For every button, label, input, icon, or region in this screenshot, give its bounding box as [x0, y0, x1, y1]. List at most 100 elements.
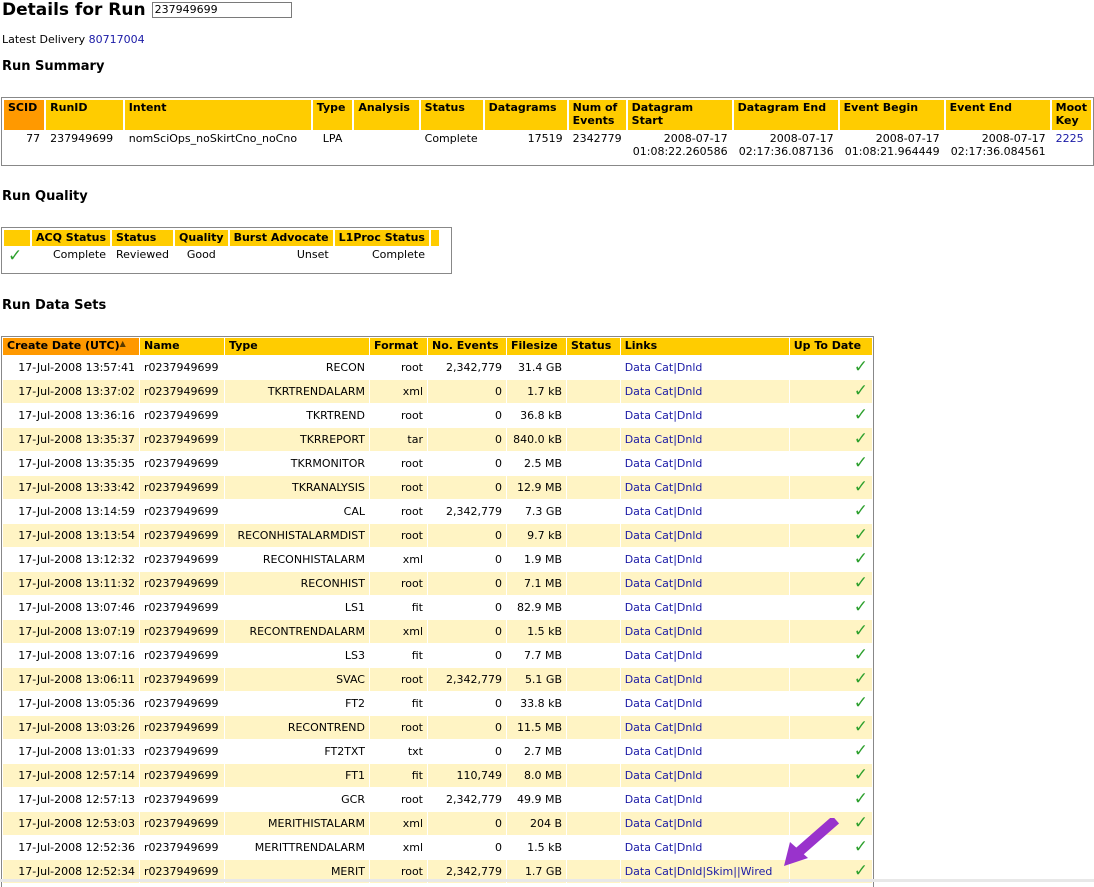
dataset-status	[567, 788, 620, 811]
data-cat-link[interactable]: Data Cat	[625, 793, 674, 806]
data-cat-link[interactable]: Data Cat	[625, 409, 674, 422]
download-link[interactable]: Dnld	[677, 649, 702, 662]
data-cat-link[interactable]: Data Cat	[625, 529, 674, 542]
download-link[interactable]: Dnld	[677, 481, 702, 494]
dataset-status	[567, 716, 620, 739]
download-link[interactable]: Dnld	[677, 865, 702, 878]
data-cat-link[interactable]: Data Cat	[625, 625, 674, 638]
dataset-up-to-date: ✓	[789, 476, 872, 499]
data-cat-link[interactable]: Data Cat	[625, 817, 674, 830]
summary-col-event-end[interactable]: Event End	[945, 100, 1050, 130]
download-link[interactable]: Dnld	[677, 433, 702, 446]
summary-col-moot-key[interactable]: Moot Key	[1051, 100, 1091, 130]
quality-col-burst-advocate[interactable]: Burst Advocate	[229, 230, 333, 246]
download-link[interactable]: Dnld	[677, 673, 702, 686]
download-link[interactable]: Dnld	[677, 577, 702, 590]
datasets-col-status[interactable]: Status	[567, 338, 620, 355]
download-link[interactable]: Dnld	[677, 385, 702, 398]
datasets-col-events[interactable]: No. Events	[428, 338, 506, 355]
download-link[interactable]: Dnld	[677, 793, 702, 806]
data-cat-link[interactable]: Data Cat	[625, 721, 674, 734]
dataset-links: Data Cat|Dnld	[620, 524, 789, 547]
skim-link[interactable]: Skim	[706, 865, 733, 878]
summary-col-scid[interactable]: SCID	[4, 100, 45, 130]
download-link[interactable]: Dnld	[677, 409, 702, 422]
data-cat-link[interactable]: Data Cat	[625, 553, 674, 566]
download-link[interactable]: Dnld	[677, 817, 702, 830]
download-link[interactable]: Dnld	[677, 745, 702, 758]
quality-col-status[interactable]: Status	[112, 230, 174, 246]
dataset-links: Data Cat|Dnld	[620, 476, 789, 499]
data-cat-link[interactable]: Data Cat	[625, 385, 674, 398]
datasets-col-links[interactable]: Links	[620, 338, 789, 355]
latest-delivery-link[interactable]: 80717004	[89, 33, 145, 46]
dataset-links: Data Cat|Dnld	[624, 361, 703, 374]
data-cat-link[interactable]: Data Cat	[625, 649, 674, 662]
quality-col-l1proc-status[interactable]: L1Proc Status	[334, 230, 429, 246]
check-icon: ✓	[853, 597, 868, 617]
quality-col-quality[interactable]: Quality	[175, 230, 228, 246]
download-link[interactable]: Dnld	[677, 361, 702, 374]
dataset-links: Data Cat|Dnld	[620, 428, 789, 451]
download-link[interactable]: Dnld	[677, 769, 702, 782]
download-link[interactable]: Dnld	[677, 457, 702, 470]
summary-col-event-begin[interactable]: Event Begin	[839, 100, 944, 130]
data-cat-link[interactable]: Data Cat	[625, 361, 674, 374]
quality-quality: Good	[186, 248, 216, 261]
data-cat-link[interactable]: Data Cat	[625, 457, 674, 470]
summary-col-datagram-end[interactable]: Datagram End	[733, 100, 838, 130]
summary-col-runid[interactable]: RunID	[46, 100, 123, 130]
datasets-col-format[interactable]: Format	[370, 338, 427, 355]
dataset-format: xml	[370, 380, 427, 403]
table-row: 17-Jul-2008 13:07:46 r0237949699 LS1 fit 0 82…	[3, 596, 872, 619]
dataset-up-to-date: ✓	[790, 452, 872, 475]
pointer-arrow-svg	[784, 815, 840, 866]
dataset-events: 0	[428, 476, 506, 499]
data-cat-link[interactable]: Data Cat	[625, 601, 674, 614]
data-cat-link[interactable]: Data Cat	[625, 865, 674, 878]
data-cat-link[interactable]: Data Cat	[625, 697, 674, 710]
download-link[interactable]: Dnld	[677, 505, 702, 518]
dataset-events: 0	[428, 620, 506, 643]
download-link[interactable]: Dnld	[677, 697, 702, 710]
datasets-col-up-to-date[interactable]: Up To Date	[789, 338, 872, 355]
dataset-type: TKRMONITOR	[290, 457, 365, 470]
datasets-col-type[interactable]: Type	[225, 338, 369, 355]
download-link[interactable]: Dnld	[677, 721, 702, 734]
download-link[interactable]: Dnld	[677, 553, 702, 566]
moot-key-link[interactable]: 2225	[1056, 132, 1084, 145]
dataset-format: fit	[411, 649, 423, 662]
data-cat-link[interactable]: Data Cat	[625, 841, 674, 854]
check-icon: ✓	[853, 861, 868, 881]
run-id-input[interactable]	[151, 2, 292, 18]
download-link[interactable]: Dnld	[677, 601, 702, 614]
check-icon: ✓	[853, 837, 868, 857]
data-cat-link[interactable]: Data Cat	[625, 673, 674, 686]
quality-col-acq-status[interactable]: ACQ Status	[32, 230, 111, 246]
download-link[interactable]: Dnld	[677, 625, 702, 638]
data-cat-link[interactable]: Data Cat	[625, 577, 674, 590]
summary-datagrams: 17519	[527, 132, 563, 145]
summary-col-intent[interactable]: Intent	[124, 100, 311, 130]
data-cat-link[interactable]: Data Cat	[625, 745, 674, 758]
dataset-events: 0	[495, 409, 502, 422]
data-cat-link[interactable]: Data Cat	[625, 481, 674, 494]
summary-col-num-events[interactable]: Num of Events	[568, 100, 626, 130]
summary-col-status[interactable]: Status	[420, 100, 483, 130]
download-link[interactable]: Dnld	[677, 529, 702, 542]
summary-col-datagrams[interactable]: Datagrams	[484, 100, 567, 130]
datasets-col-filesize[interactable]: Filesize	[507, 338, 566, 355]
data-cat-link[interactable]: Data Cat	[625, 505, 674, 518]
wired-link[interactable]: Wired	[741, 865, 773, 878]
dataset-format: root	[370, 572, 427, 595]
summary-col-datagram-start[interactable]: Datagram Start	[627, 100, 732, 130]
data-cat-link[interactable]: Data Cat	[625, 769, 674, 782]
data-cat-link[interactable]: Data Cat	[625, 433, 674, 446]
datasets-col-create-date[interactable]: Create Date (UTC)▲	[3, 338, 139, 355]
table-row: 17-Jul-2008 13:01:33 r0237949699 FT2TXT txt…	[3, 740, 872, 763]
summary-col-analysis[interactable]: Analysis	[354, 100, 419, 130]
dataset-type: RECONHISTALARM	[262, 553, 365, 566]
datasets-col-name[interactable]: Name	[140, 338, 224, 355]
summary-col-type[interactable]: Type	[312, 100, 353, 130]
download-link[interactable]: Dnld	[677, 841, 702, 854]
